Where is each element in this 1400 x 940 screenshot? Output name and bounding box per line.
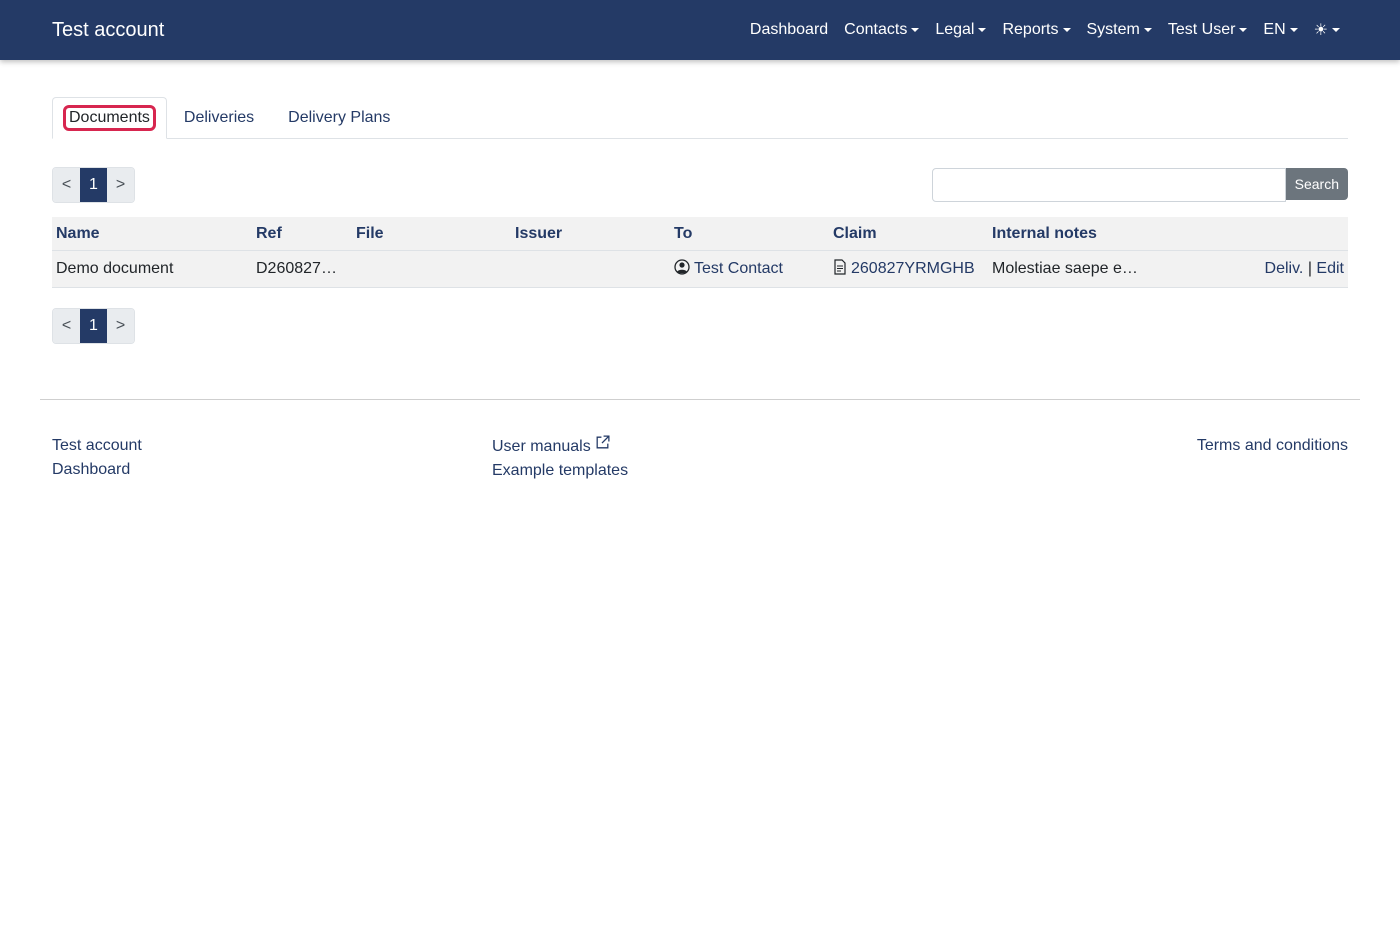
cell-ref: D260827…: [252, 250, 352, 288]
nav-dashboard-label: Dashboard: [749, 21, 829, 38]
documents-table: Name Ref File Issuer To Claim Internal n…: [52, 217, 1348, 288]
cell-issuer: [511, 250, 670, 288]
column-header-claim[interactable]: Claim: [829, 217, 988, 251]
cell-actions: Deliv. | Edit: [1188, 250, 1348, 288]
column-header-issuer[interactable]: Issuer: [511, 217, 670, 251]
nav-reports-label: Reports: [1002, 21, 1059, 38]
tab-delivery-plans-label: Delivery Plans: [288, 108, 391, 126]
tab-delivery-plans[interactable]: Delivery Plans: [271, 97, 407, 138]
nav-user-label: Test User: [1167, 21, 1236, 38]
nav-legal[interactable]: Legal: [935, 21, 987, 39]
external-link-icon: [594, 434, 611, 459]
column-header-internal-notes[interactable]: Internal notes: [988, 217, 1188, 251]
pagination-next-button[interactable]: >: [107, 168, 134, 202]
caret-down-icon: [1143, 28, 1152, 32]
nav-legal-label: Legal: [935, 21, 975, 38]
claim-link[interactable]: 260827YRMGHB: [833, 258, 975, 280]
page-footer: Test account Dashboard User manuals Exam…: [0, 400, 1400, 483]
person-circle-icon: [674, 258, 690, 280]
list-toolbar: < 1 > Search: [52, 167, 1348, 203]
top-navbar: Test account Dashboard Contacts Legal Re…: [0, 0, 1400, 60]
search-button[interactable]: Search: [1285, 168, 1348, 200]
tab-deliveries[interactable]: Deliveries: [167, 97, 271, 138]
footer-link-account[interactable]: Test account: [52, 434, 492, 458]
caret-down-icon: [978, 28, 987, 32]
user-manuals-label: User manuals: [492, 438, 591, 455]
edit-link[interactable]: Edit: [1316, 260, 1344, 277]
footer-link-dashboard[interactable]: Dashboard: [52, 458, 492, 482]
main-nav: Dashboard Contacts Legal Reports System …: [750, 20, 1348, 40]
main-content: Documents Deliveries Delivery Plans < 1 …: [0, 97, 1400, 344]
footer-column-1: Test account Dashboard: [52, 434, 492, 483]
column-header-ref[interactable]: Ref: [252, 217, 352, 251]
footer-link-example-templates[interactable]: Example templates: [492, 459, 1197, 483]
deliv-link[interactable]: Deliv.: [1265, 260, 1304, 277]
cell-file: [352, 250, 511, 288]
action-separator: |: [1307, 260, 1312, 277]
nav-theme-toggle[interactable]: ☀: [1314, 20, 1340, 40]
nav-contacts-label: Contacts: [844, 21, 908, 38]
column-header-file[interactable]: File: [352, 217, 511, 251]
contact-link-label: Test Contact: [694, 259, 783, 277]
nav-reports[interactable]: Reports: [1002, 21, 1071, 39]
pagination-bottom: < 1 >: [52, 308, 135, 344]
column-header-name[interactable]: Name: [52, 217, 252, 251]
caret-down-icon: [911, 28, 920, 32]
brand-link[interactable]: Test account: [52, 19, 164, 42]
caret-down-icon: [1332, 28, 1340, 32]
caret-down-icon: [1062, 28, 1071, 32]
nav-contacts[interactable]: Contacts: [844, 21, 920, 39]
column-header-to[interactable]: To: [670, 217, 829, 251]
footer-link-terms[interactable]: Terms and conditions: [1197, 434, 1348, 458]
tab-deliveries-label: Deliveries: [183, 108, 255, 126]
cell-name: Demo document: [52, 250, 252, 288]
cell-internal-notes: Molestiae saepe e…: [988, 250, 1188, 288]
nav-language[interactable]: EN: [1263, 21, 1298, 39]
contact-link[interactable]: Test Contact: [674, 258, 783, 280]
pagination-prev-button[interactable]: <: [53, 168, 80, 202]
nav-system-label: System: [1086, 21, 1140, 38]
sun-icon: ☀: [1313, 22, 1328, 39]
footer-column-3: Terms and conditions: [1197, 434, 1348, 483]
pagination-next-button[interactable]: >: [107, 309, 134, 343]
footer-column-2: User manuals Example templates: [492, 434, 1197, 483]
nav-user-menu[interactable]: Test User: [1168, 21, 1248, 39]
tab-documents[interactable]: Documents: [52, 97, 167, 139]
pagination-top: < 1 >: [52, 167, 135, 203]
document-icon: [833, 258, 847, 280]
document-tabs: Documents Deliveries Delivery Plans: [52, 97, 1348, 139]
cell-to: Test Contact: [670, 250, 829, 288]
nav-system[interactable]: System: [1087, 21, 1152, 39]
cell-claim: 260827YRMGHB: [829, 250, 988, 288]
table-row: Demo document D260827… Test Contact 2608…: [52, 250, 1348, 288]
pagination-page-1[interactable]: 1: [80, 309, 107, 343]
pagination-page-1[interactable]: 1: [80, 168, 107, 202]
pagination-prev-button[interactable]: <: [53, 309, 80, 343]
nav-language-label: EN: [1263, 21, 1286, 38]
claim-link-label: 260827YRMGHB: [851, 259, 975, 277]
caret-down-icon: [1289, 28, 1298, 32]
nav-dashboard[interactable]: Dashboard: [750, 21, 828, 39]
search-form: Search: [931, 168, 1348, 202]
tab-documents-label: Documents: [63, 105, 156, 131]
search-input[interactable]: [931, 168, 1286, 202]
table-header-row: Name Ref File Issuer To Claim Internal n…: [52, 217, 1348, 251]
column-header-actions: [1188, 217, 1348, 251]
footer-link-user-manuals[interactable]: User manuals: [492, 434, 1197, 459]
caret-down-icon: [1239, 28, 1248, 32]
